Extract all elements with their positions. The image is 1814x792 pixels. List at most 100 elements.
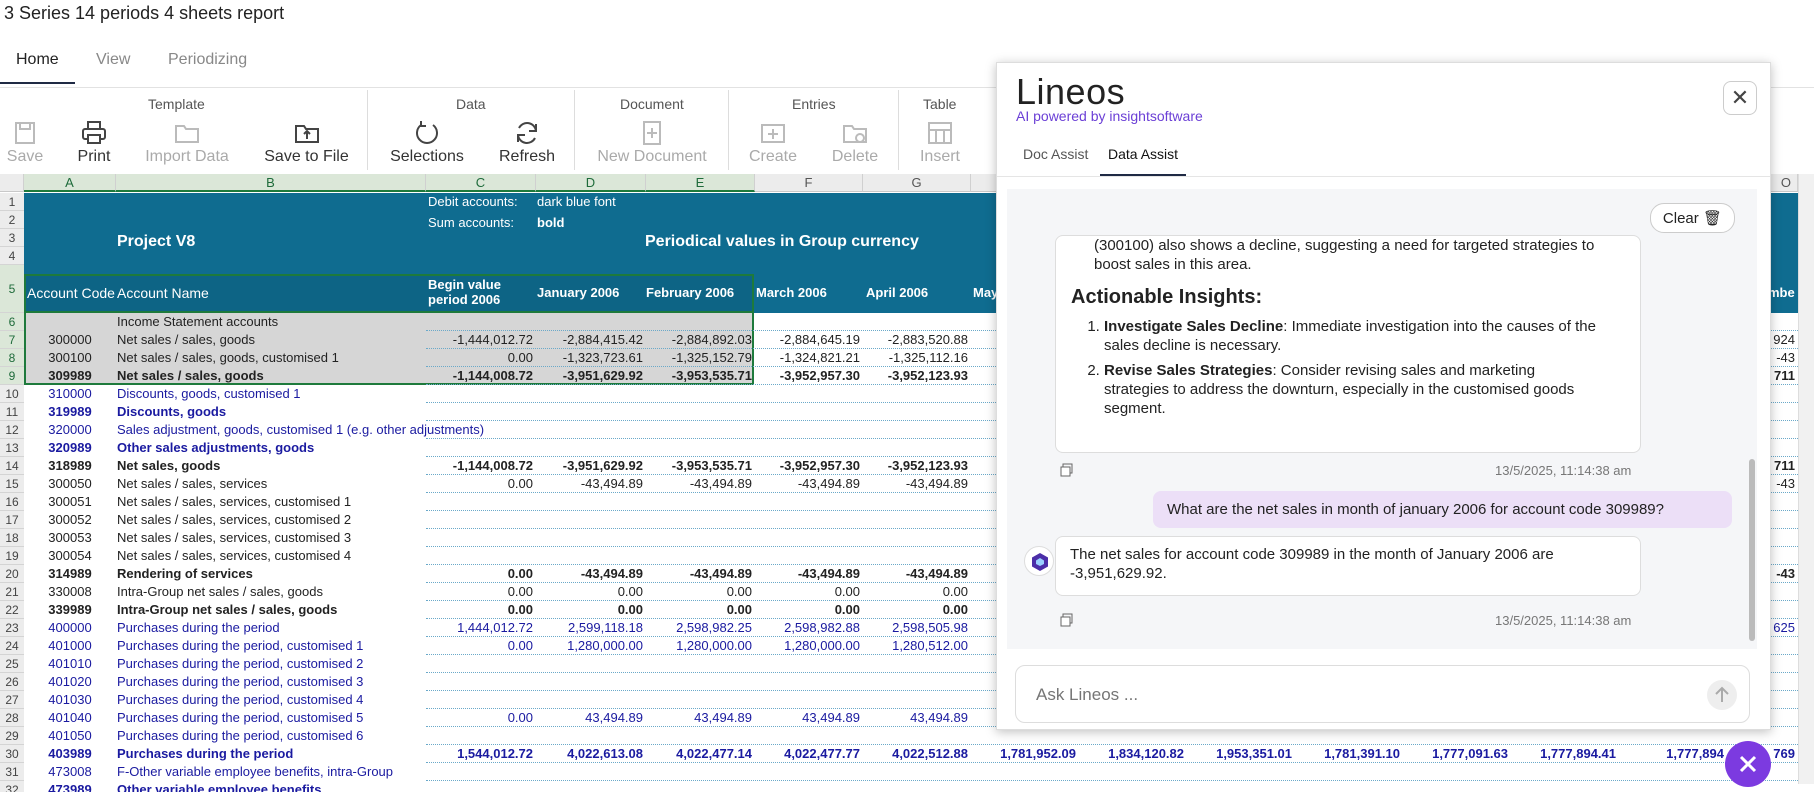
value-cell-g[interactable]	[863, 511, 971, 529]
value-cell-c[interactable]	[426, 511, 536, 529]
value-cell-f[interactable]: -1,324,821.21	[755, 349, 863, 367]
value-cell-d[interactable]: 0.00	[536, 583, 646, 601]
column-header-d[interactable]: D	[536, 174, 646, 192]
row-header[interactable]: 9	[0, 367, 24, 385]
value-cell-f[interactable]	[755, 421, 863, 439]
value-cell-e[interactable]	[646, 655, 755, 673]
value-cell-e[interactable]: -43,494.89	[646, 565, 755, 583]
value-cell-g[interactable]	[863, 493, 971, 511]
value-cell-extra[interactable]: 1,781,952.09	[971, 745, 1079, 763]
row-header[interactable]: 31	[0, 763, 24, 781]
row-header[interactable]: 29	[0, 727, 24, 745]
value-cell-e[interactable]: -43,494.89	[646, 475, 755, 493]
account-code-cell[interactable]: 401040	[24, 709, 116, 727]
corner-cell[interactable]	[0, 174, 24, 192]
account-code-cell[interactable]: 473008	[24, 763, 116, 781]
account-code-cell[interactable]: 300054	[24, 547, 116, 565]
save-to-file-button[interactable]: Save to File	[259, 120, 354, 166]
clear-chat-button[interactable]: Clear 🗑	[1649, 203, 1735, 233]
row-header[interactable]: 24	[0, 637, 24, 655]
value-cell-extra[interactable]: 1,777,894.41	[1511, 745, 1619, 763]
account-name-cell[interactable]: Purchases during the period, customised …	[117, 709, 426, 727]
toggle-assistant-button[interactable]	[1725, 741, 1771, 787]
value-cell-g[interactable]: 4,022,512.88	[863, 745, 971, 763]
tab-home[interactable]: Home	[0, 51, 75, 84]
row-header[interactable]: 7	[0, 331, 24, 349]
row-header[interactable]: 18	[0, 529, 24, 547]
value-cell-g[interactable]	[863, 655, 971, 673]
close-panel-button[interactable]: ✕	[1723, 81, 1757, 115]
account-name-cell[interactable]: Purchases during the period, customised …	[117, 727, 426, 745]
value-cell-f[interactable]: 0.00	[755, 583, 863, 601]
value-cell-d[interactable]	[536, 313, 646, 331]
account-code-cell[interactable]: 403989	[24, 745, 116, 763]
value-cell-c[interactable]	[426, 673, 536, 691]
value-cell-g[interactable]	[863, 673, 971, 691]
value-cell-f[interactable]: -3,952,957.30	[755, 457, 863, 475]
value-cell-extra[interactable]: 1,777,894	[1619, 745, 1727, 763]
column-header-g[interactable]: G	[863, 174, 971, 192]
value-cell-e[interactable]	[646, 493, 755, 511]
value-cell-f[interactable]	[755, 763, 863, 781]
selections-button[interactable]: Selections	[382, 120, 472, 166]
account-name-cell[interactable]: Purchases during the period, customised …	[117, 691, 426, 709]
value-cell-c[interactable]: 0.00	[426, 637, 536, 655]
value-cell-c[interactable]	[426, 403, 536, 421]
value-cell-d[interactable]: 4,022,613.08	[536, 745, 646, 763]
value-cell-c[interactable]: 0.00	[426, 475, 536, 493]
account-code-cell[interactable]: 473989	[24, 781, 116, 792]
value-cell-g[interactable]: 43,494.89	[863, 709, 971, 727]
value-cell-d[interactable]	[536, 385, 646, 403]
value-cell-d[interactable]	[536, 547, 646, 565]
account-code-cell[interactable]: 300053	[24, 529, 116, 547]
row-header[interactable]: 11	[0, 403, 24, 421]
value-cell-f[interactable]: 4,022,477.77	[755, 745, 863, 763]
account-name-cell[interactable]: Net sales / sales, services, customised …	[117, 529, 426, 547]
account-code-cell[interactable]: 300051	[24, 493, 116, 511]
column-header-a[interactable]: A	[24, 174, 116, 192]
row-header[interactable]: 25	[0, 655, 24, 673]
value-cell-d[interactable]	[536, 691, 646, 709]
account-name-cell[interactable]: Net sales / sales, services, customised …	[117, 493, 426, 511]
delete-entry-button[interactable]: Delete	[810, 120, 900, 166]
value-cell-c[interactable]	[426, 691, 536, 709]
account-code-cell[interactable]: 400000	[24, 619, 116, 637]
value-cell-d[interactable]: 43,494.89	[536, 709, 646, 727]
account-code-cell[interactable]: 310000	[24, 385, 116, 403]
account-name-cell[interactable]: Net sales / sales, goods	[117, 367, 426, 385]
account-code-cell[interactable]: 300050	[24, 475, 116, 493]
value-cell-c[interactable]: 0.00	[426, 583, 536, 601]
sheet-vertical-scrollbar[interactable]	[1798, 174, 1814, 784]
tab-periodizing[interactable]: Periodizing	[168, 51, 247, 69]
row-header[interactable]: 10	[0, 385, 24, 403]
value-cell-c[interactable]: 0.00	[426, 565, 536, 583]
row-header[interactable]: 3	[0, 229, 24, 247]
value-cell-d[interactable]: -3,951,629.92	[536, 367, 646, 385]
value-cell-e[interactable]	[646, 421, 755, 439]
value-cell-d[interactable]	[536, 529, 646, 547]
value-cell-f[interactable]: -3,952,957.30	[755, 367, 863, 385]
row-header[interactable]: 22	[0, 601, 24, 619]
value-cell-c[interactable]: 0.00	[426, 601, 536, 619]
account-code-cell[interactable]: 314989	[24, 565, 116, 583]
value-cell-d[interactable]	[536, 727, 646, 745]
account-name-cell[interactable]: Net sales / sales, services	[117, 475, 426, 493]
account-code-cell[interactable]: 320989	[24, 439, 116, 457]
value-cell-e[interactable]: 4,022,477.14	[646, 745, 755, 763]
value-cell-f[interactable]: 2,598,982.88	[755, 619, 863, 637]
column-header-f[interactable]: F	[755, 174, 863, 192]
account-code-cell[interactable]: 319989	[24, 403, 116, 421]
account-name-cell[interactable]: Net sales / sales, services, customised …	[117, 511, 426, 529]
account-name-cell[interactable]: Other variable employee benefits	[117, 781, 426, 792]
value-cell-g[interactable]	[863, 421, 971, 439]
value-cell-d[interactable]	[536, 511, 646, 529]
account-name-cell[interactable]: Discounts, goods, customised 1	[117, 385, 426, 403]
value-cell-e[interactable]: 0.00	[646, 583, 755, 601]
value-cell-f[interactable]	[755, 691, 863, 709]
row-header[interactable]: 23	[0, 619, 24, 637]
value-cell-e[interactable]	[646, 781, 755, 792]
row-header[interactable]: 1	[0, 193, 24, 211]
account-name-cell[interactable]: Intra-Group net sales / sales, goods	[117, 601, 426, 619]
account-code-cell[interactable]: 300100	[24, 349, 116, 367]
row-header[interactable]: 4	[0, 247, 24, 265]
